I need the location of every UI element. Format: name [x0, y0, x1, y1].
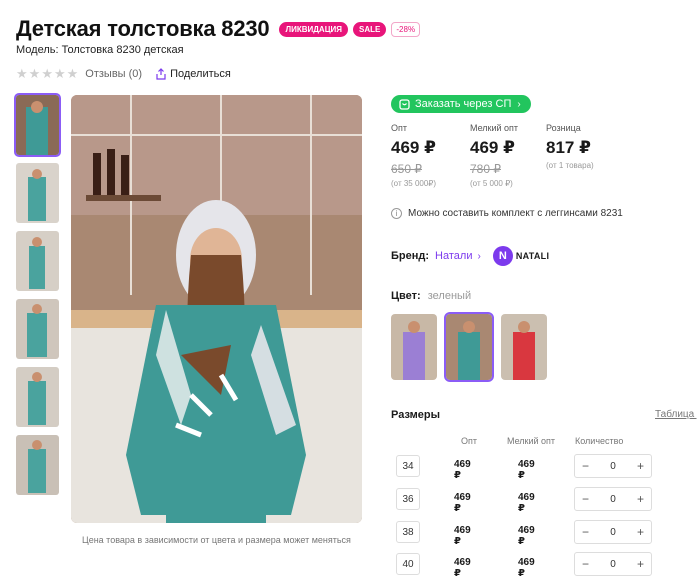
quantity-stepper: − 0 +	[574, 487, 652, 511]
price-label: Мелкий опт	[470, 123, 519, 133]
size-label: 36	[396, 488, 420, 510]
size-row: 40 469 ₽ 469 ₽ − 0 +	[396, 552, 652, 579]
color-swatch-purple[interactable]	[391, 314, 437, 380]
chevron-right-icon: ›	[477, 250, 481, 262]
order-via-sp-label: Заказать через СП	[415, 98, 512, 110]
plus-button[interactable]: +	[637, 557, 644, 571]
price-old: 650 ₽	[391, 162, 422, 176]
sale-badge: SALE	[353, 21, 387, 37]
cart-icon	[399, 98, 410, 110]
chevron-right-icon: ›	[517, 98, 521, 110]
size-small-opt-price: 469 ₽	[518, 459, 535, 481]
size-row: 36 469 ₽ 469 ₽ − 0 +	[396, 487, 652, 514]
size-small-opt-price: 469 ₽	[518, 492, 535, 514]
star-icon[interactable]: ★	[54, 66, 66, 82]
quantity-stepper: − 0 +	[574, 552, 652, 576]
size-label: 40	[396, 553, 420, 575]
size-opt-price: 469 ₽	[454, 525, 471, 547]
price-opt: Опт 469 ₽ 650 ₽ (от 35 000₽)	[391, 123, 436, 188]
thumbnail-1[interactable]	[14, 93, 61, 157]
share-label: Поделиться	[170, 68, 231, 80]
color-row: Цвет: зеленый	[391, 290, 471, 302]
size-opt-price: 469 ₽	[454, 459, 471, 481]
plus-button[interactable]: +	[637, 459, 644, 473]
minus-button[interactable]: −	[582, 525, 589, 539]
brand-link[interactable]: Натали	[435, 250, 472, 262]
plus-button[interactable]: +	[637, 492, 644, 506]
thumbnail-4[interactable]	[16, 299, 59, 359]
price-value: 469 ₽	[470, 138, 515, 157]
color-label: Цвет:	[391, 290, 421, 302]
size-opt-price: 469 ₽	[454, 557, 471, 579]
thumbnail-5[interactable]	[16, 367, 59, 427]
size-header-opt: Опт	[461, 436, 477, 446]
sizes-title: Размеры	[391, 409, 441, 421]
info-icon: i	[391, 208, 402, 219]
price-note: (от 1 товара)	[546, 161, 594, 170]
price-note: (от 35 000₽)	[391, 179, 437, 188]
color-swatch-green[interactable]	[444, 312, 494, 382]
quantity-value[interactable]: 0	[610, 527, 616, 538]
price-old: 780 ₽	[470, 162, 501, 176]
thumbnail-3[interactable]	[16, 231, 59, 291]
photo-caption: Цена товара в зависимости от цвета и раз…	[82, 535, 351, 545]
quantity-stepper: − 0 +	[574, 454, 652, 478]
liquidation-badge: ЛИКВИДАЦИЯ	[279, 21, 349, 37]
minus-button[interactable]: −	[582, 557, 589, 571]
share-button[interactable]: Поделиться	[156, 68, 231, 80]
brand-row: Бренд: Натали › N NATALI	[391, 246, 549, 266]
price-small-opt: Мелкий опт 469 ₽ 780 ₽ (от 5 000 ₽)	[470, 123, 518, 188]
price-value: 817 ₽	[546, 138, 591, 157]
size-small-opt-price: 469 ₽	[518, 557, 535, 579]
price-note: (от 5 000 ₽)	[470, 179, 513, 188]
quantity-value[interactable]: 0	[610, 494, 616, 505]
size-table-link[interactable]: Таблица р	[655, 409, 697, 420]
price-label: Опт	[391, 123, 407, 133]
title-row: Детская толстовка 8230 ЛИКВИДАЦИЯ SALE -…	[16, 16, 421, 42]
brand-logo-text: NATALI	[515, 251, 550, 261]
thumbnail-2[interactable]	[16, 163, 59, 223]
star-icon[interactable]: ★	[29, 66, 41, 82]
color-swatches	[391, 312, 556, 382]
thumbnail-list	[14, 93, 61, 503]
main-product-photo[interactable]	[71, 95, 362, 523]
star-icon[interactable]: ★	[67, 66, 79, 82]
rating-row: ★ ★ ★ ★ ★ Отзывы (0) Поделиться	[16, 66, 231, 82]
price-value: 469 ₽	[391, 138, 436, 157]
minus-button[interactable]: −	[582, 492, 589, 506]
color-swatch-red[interactable]	[501, 314, 547, 380]
price-label: Розница	[546, 123, 581, 133]
size-header-small-opt: Мелкий опт	[507, 436, 556, 446]
size-row: 38 469 ₽ 469 ₽ − 0 +	[396, 520, 652, 547]
thumbnail-6[interactable]	[16, 435, 59, 495]
brand-label: Бренд:	[391, 250, 430, 262]
plus-button[interactable]: +	[637, 525, 644, 539]
size-opt-price: 469 ₽	[454, 492, 471, 514]
quantity-value[interactable]: 0	[610, 461, 616, 472]
reviews-link[interactable]: Отзывы (0)	[85, 68, 142, 80]
page-title: Детская толстовка 8230	[16, 16, 270, 41]
quantity-value[interactable]: 0	[610, 559, 616, 570]
model-text: Модель: Толстовка 8230 детская	[16, 44, 184, 56]
order-via-sp-button[interactable]: Заказать через СП ›	[391, 95, 531, 113]
set-note: i Можно составить комплект с леггинсами …	[391, 208, 623, 219]
brand-logo: N	[492, 246, 513, 266]
size-header-qty: Количество	[575, 436, 624, 446]
share-icon	[156, 68, 166, 80]
set-note-text: Можно составить комплект с леггинсами 82…	[408, 208, 623, 219]
size-small-opt-price: 469 ₽	[518, 525, 535, 547]
color-value: зеленый	[427, 290, 472, 302]
star-icon[interactable]: ★	[41, 66, 53, 82]
quantity-stepper: − 0 +	[574, 520, 652, 544]
price-retail: Розница 817 ₽ (от 1 товара)	[546, 123, 594, 170]
minus-button[interactable]: −	[582, 459, 589, 473]
size-label: 38	[396, 521, 420, 543]
star-icon[interactable]: ★	[16, 66, 28, 82]
size-label: 34	[396, 455, 420, 477]
size-row: 34 469 ₽ 469 ₽ − 0 +	[396, 454, 652, 481]
discount-badge: -28%	[391, 21, 421, 37]
